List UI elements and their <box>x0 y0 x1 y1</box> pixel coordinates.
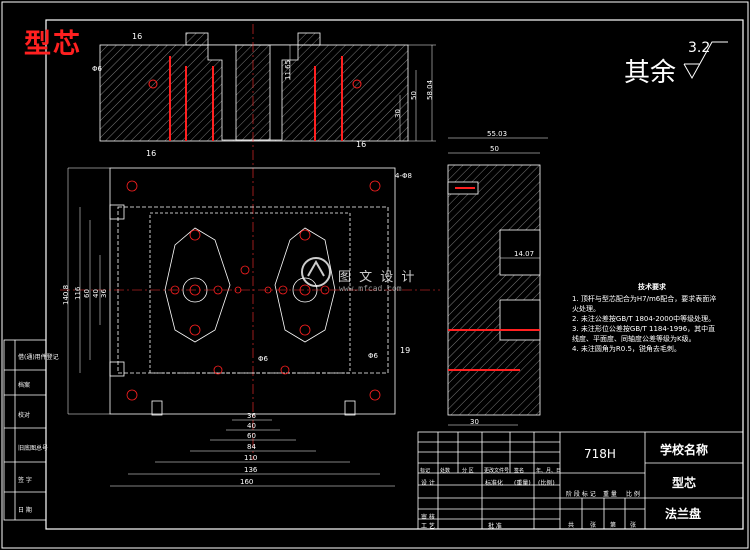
tb-header-label: 年、月、日 <box>536 468 562 474</box>
dim-plan-h1: 116 <box>74 286 82 300</box>
tb-stage-label: 阶 段 标 记 <box>566 491 596 498</box>
dim-plan-w4: 84 <box>247 443 256 451</box>
material-label: 718H <box>584 447 616 461</box>
dim-hole3: Φ6 <box>368 352 378 360</box>
dim-top-h4: 30 <box>394 109 402 118</box>
dim-plan-w6: 136 <box>244 466 258 474</box>
left-table-row: 借(通)用件登记 <box>18 354 59 361</box>
dim-hole2: Φ6 <box>258 355 268 363</box>
tb-scale: (比例) <box>538 480 555 487</box>
tb-header-label: 签名 <box>514 468 525 474</box>
dim-side-bottom: 30 <box>470 418 479 426</box>
left-margin-table <box>3 339 47 521</box>
tech-requirements: 技术要求 1. 顶杆与型芯配合为H7/m6配合，要求表面淬火处理。 2. 未注公… <box>572 282 722 354</box>
drawing-title: 法兰盘 <box>665 507 702 521</box>
section-mark-16a: 16 <box>132 32 143 41</box>
dim-hole1: 4-Φ8 <box>395 172 412 180</box>
surface-finish-text: 其余 <box>624 58 677 88</box>
tech-item: 3. 未注形位公差按GB/T 1184-1996，其中直线度、平面度、同轴度公差… <box>572 325 716 343</box>
dim-plan-w3: 60 <box>247 432 256 440</box>
school-name: 学校名称 <box>660 443 709 457</box>
left-table-row: 校对 <box>18 412 31 419</box>
surface-finish-value: 3.2 <box>688 40 711 56</box>
watermark-url: www.mfcad.com <box>339 284 402 293</box>
left-table-row: 签 字 <box>18 477 32 484</box>
tb-sheet-label: 第 <box>610 522 617 529</box>
dim-top-h3: 50 <box>410 91 418 100</box>
tb-row-label: 工 艺 <box>421 523 435 530</box>
left-table-row: 档案 <box>18 382 31 389</box>
tb-row-label: 审 核 <box>421 514 435 521</box>
tech-item: 4. 未注圆角为R0.5，锐角去毛刺。 <box>572 345 681 353</box>
dim-plan-h5: 60 <box>83 289 91 298</box>
dim-plan-h4: 40 <box>92 289 100 298</box>
dim-plan-h3: 36 <box>100 289 108 298</box>
dim-side-w1: 55.03 <box>487 130 508 138</box>
tb-sheet-label: 张 <box>590 522 597 529</box>
tb-weight: (重量) <box>514 480 531 487</box>
tb-row-label: 批 准 <box>488 523 502 530</box>
side-section-view <box>447 137 548 426</box>
tech-item: 2. 未注公差按GB/T 1804-2000中等级处理。 <box>572 315 716 323</box>
section-mark-16c: 16 <box>356 140 367 149</box>
tb-sheet-label: 张 <box>630 522 637 529</box>
dim-top-dia: Φ6 <box>92 65 102 73</box>
tb-header-label: 处数 <box>440 468 451 474</box>
tb-stage-label: 重 量 <box>603 491 617 498</box>
tb-row-label: 标准化 <box>485 480 504 487</box>
dim-plan-w2: 40 <box>247 422 256 430</box>
dim-plan-w1: 36 <box>247 412 256 420</box>
dim-side-w2: 50 <box>490 145 499 153</box>
dim-plan-w7: 160 <box>240 478 254 486</box>
tb-row-label: 设 计 <box>421 480 435 487</box>
section-mark-16b: 16 <box>146 149 157 158</box>
watermark-brand: 图 文 设 计 <box>338 270 417 285</box>
left-table-row: 旧底图总号 <box>18 445 49 452</box>
section-mark-19: 19 <box>400 346 411 355</box>
dim-side-depth: 14.07 <box>514 250 535 258</box>
drawing-title-tag: 型芯 <box>24 29 82 60</box>
dim-top-h1: 11.65 <box>284 59 292 80</box>
tb-header-label: 分 区 <box>462 468 474 474</box>
tb-header-label: 标记 <box>420 468 431 474</box>
tech-heading: 技术要求 <box>638 283 666 291</box>
dim-top-h2: 58.04 <box>426 79 434 100</box>
left-table-row: 日 期 <box>18 507 32 514</box>
tb-header-label: 更改文件号 <box>484 468 510 474</box>
dim-plan-w5: 110 <box>244 454 258 462</box>
tb-sheet-label: 共 <box>568 522 575 529</box>
top-section-view <box>99 32 436 142</box>
watermark-logo <box>301 257 331 287</box>
tech-item: 1. 顶杆与型芯配合为H7/m6配合，要求表面淬火处理。 <box>572 295 717 313</box>
dim-plan-h2: 140.8 <box>62 284 70 305</box>
tb-stage-label: 比 例 <box>626 491 640 498</box>
part-name: 型芯 <box>672 476 697 490</box>
